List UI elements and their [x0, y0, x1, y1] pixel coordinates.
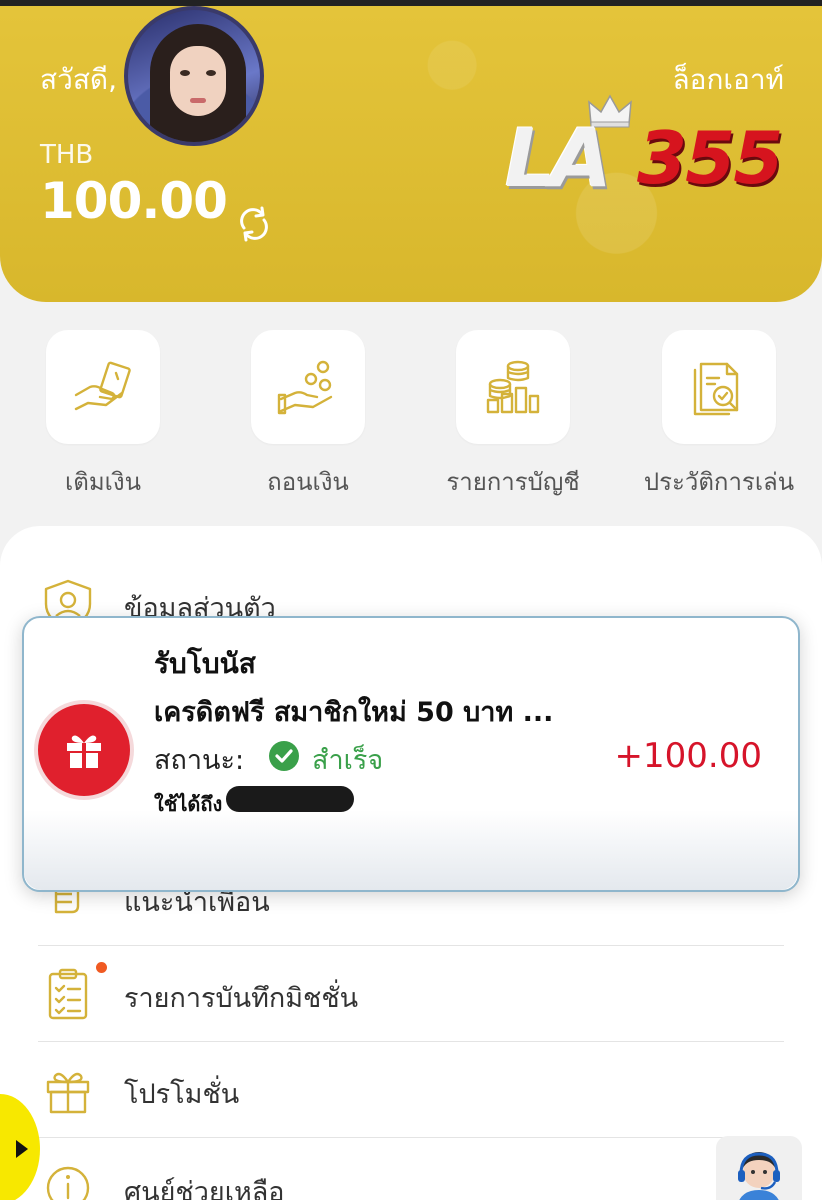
redacted-expiry-date — [226, 786, 354, 812]
popup-fade — [24, 810, 798, 890]
account-statement-icon — [486, 360, 540, 414]
notification-dot — [96, 962, 107, 973]
logo-la-text: LA — [505, 112, 612, 205]
action-deposit[interactable]: เติมเงิน — [18, 330, 188, 501]
popup-title: รับโบนัส — [154, 647, 256, 680]
account-header: สวัสดี, THB 100.00 ล็อกเอาท์ LA 355 — [0, 6, 822, 302]
action-withdraw[interactable]: ถอนเงิน — [223, 330, 393, 501]
mission-clipboard-icon — [48, 968, 88, 1020]
action-withdraw-label: ถอนเงิน — [267, 468, 349, 496]
deposit-hand-icon — [74, 361, 131, 411]
popup-status-value: สำเร็จ — [312, 745, 384, 776]
menu-item-promotion[interactable]: โปรโมชั่น — [38, 1042, 784, 1138]
popup-status-label: สถานะ: — [154, 745, 245, 776]
bonus-popup[interactable]: รับโบนัส เครดิตฟรี สมาชิกใหม่ 50 บาท ...… — [22, 616, 800, 892]
gift-icon — [46, 1072, 90, 1114]
action-history-label: ประวัติการเล่น — [643, 468, 795, 496]
quick-actions: เติมเงิน ถอนเงิน รายการบัญชี ประวัติการเ… — [0, 330, 822, 500]
popup-expiry-label: ใช้ได้ถึง — [154, 792, 223, 816]
popup-bonus-name: เครดิตฟรี สมาชิกใหม่ 50 บาท ... — [154, 697, 554, 728]
withdraw-coins-icon — [277, 360, 333, 415]
play-history-icon — [693, 362, 739, 416]
action-deposit-label: เติมเงิน — [65, 468, 141, 496]
play-arrow-icon — [16, 1140, 28, 1158]
menu-item-label: ศูนย์ช่วยเหลือ — [124, 1177, 285, 1200]
support-chat-button[interactable] — [716, 1136, 802, 1200]
gift-icon — [67, 735, 101, 768]
menu-item-label: รายการบันทึกมิชชั่น — [124, 983, 359, 1014]
greeting-text: สวัสดี, — [40, 63, 117, 96]
brand-logo: LA 355 — [505, 94, 815, 205]
logo-number-text: 355 — [637, 116, 783, 200]
popup-bonus-amount: +100.00 — [614, 736, 762, 776]
menu-item-help[interactable]: ศูนย์ช่วยเหลือ — [38, 1140, 784, 1200]
balance-amount: 100.00 — [40, 172, 228, 230]
refresh-icon[interactable] — [232, 202, 276, 246]
action-statement-label: รายการบัญชี — [446, 468, 580, 496]
action-statement[interactable]: รายการบัญชี — [428, 330, 598, 501]
bonus-gift-badge — [38, 704, 130, 796]
currency-label: THB — [40, 140, 94, 170]
action-history[interactable]: ประวัติการเล่น — [634, 330, 804, 501]
menu-item-missions[interactable]: รายการบันทึกมิชชั่น — [38, 946, 784, 1042]
customer-support-icon — [738, 1152, 780, 1200]
check-circle-icon — [269, 741, 299, 771]
avatar[interactable] — [124, 6, 264, 146]
info-icon — [46, 1166, 90, 1200]
menu-item-label: โปรโมชั่น — [124, 1079, 240, 1110]
